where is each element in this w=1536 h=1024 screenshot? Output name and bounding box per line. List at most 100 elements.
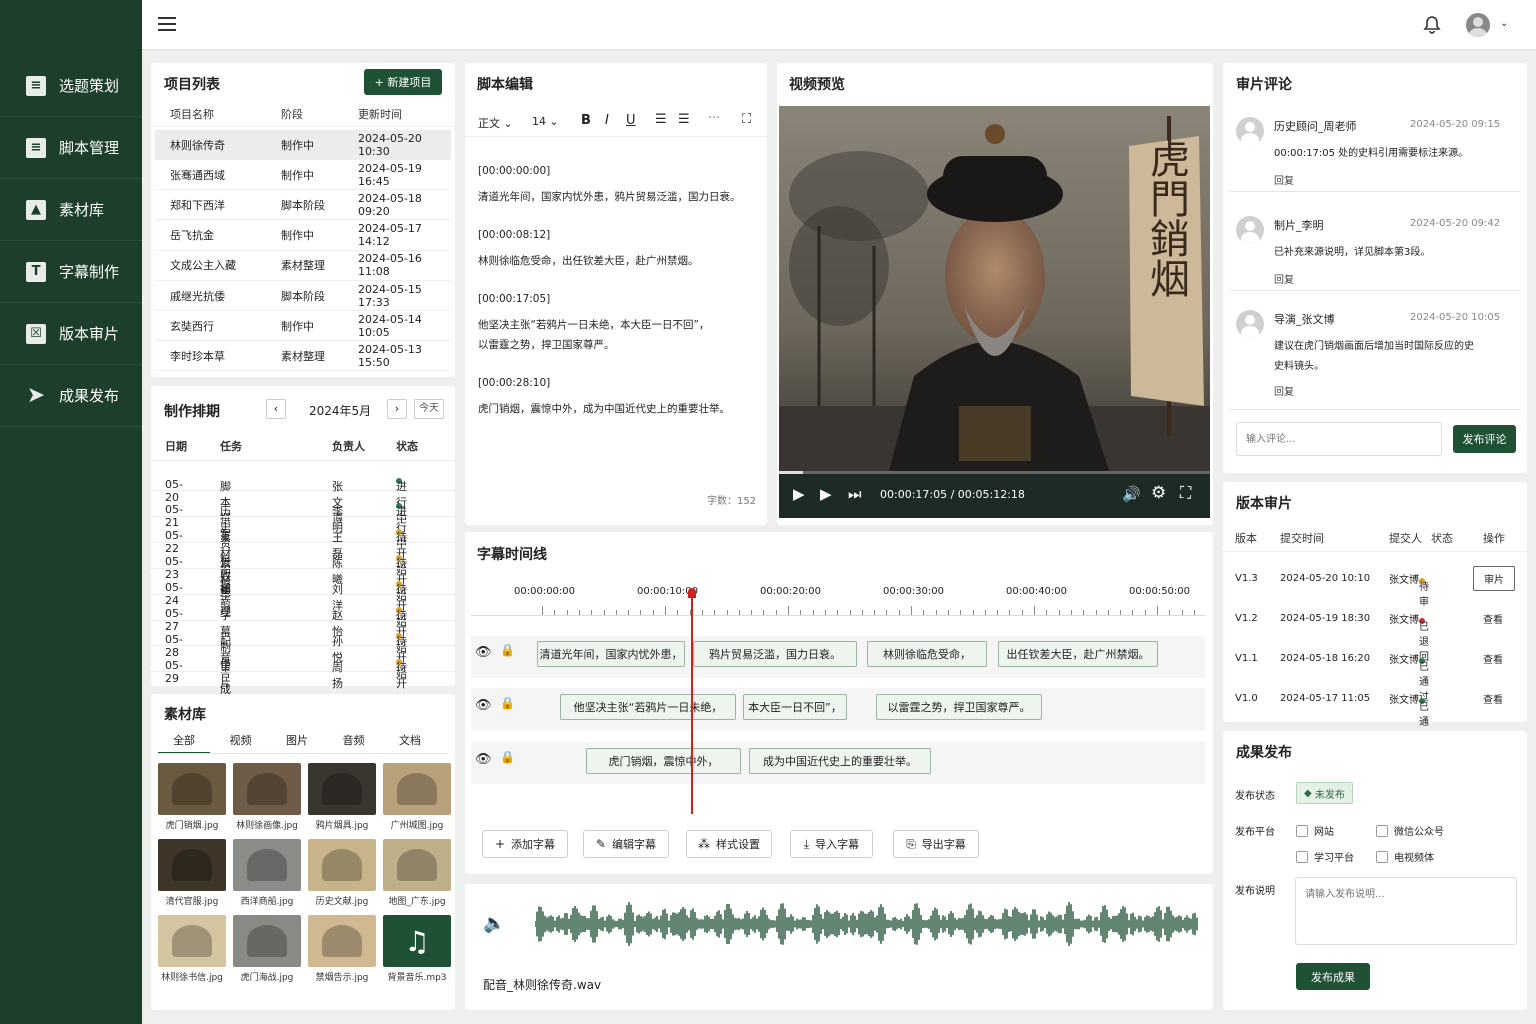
reply-link[interactable]: 回复 [1274, 172, 1294, 187]
asset-thumbnail[interactable] [158, 839, 226, 891]
table-row[interactable]: 张骞通西域 制作中 2024-05-19 16:45 [155, 160, 451, 191]
checkbox[interactable] [1296, 824, 1308, 837]
avatar[interactable] [1466, 13, 1490, 37]
subtitle-clip[interactable]: 清道光年间，国家内忧外患， [537, 641, 685, 667]
subtitle-clip[interactable]: 林则徐临危受命， [867, 641, 987, 667]
playhead-handle[interactable] [688, 588, 696, 598]
asset-thumbnail[interactable] [233, 915, 301, 967]
asset-thumbnail[interactable] [233, 763, 301, 815]
audio-waveform[interactable] [535, 902, 1203, 946]
checkbox[interactable] [1376, 824, 1388, 837]
asset-thumbnail[interactable] [308, 763, 376, 815]
sidebar-item-4[interactable]: ☒ 版本审片 [0, 303, 142, 365]
table-row[interactable]: 林则徐传奇 制作中 2024-05-20 10:30 [155, 130, 451, 160]
lock-icon[interactable]: 🔒 [500, 696, 515, 710]
asset-thumbnail[interactable] [158, 763, 226, 815]
asset-thumbnail[interactable] [383, 839, 451, 891]
font-size-select[interactable]: 14 ⌄ [532, 115, 559, 128]
table-row[interactable]: 05-22 素材拍摄 王磊 待开始 [151, 517, 455, 592]
next-month-button[interactable]: › [387, 399, 407, 419]
fullscreen-icon[interactable]: ⛶ [742, 112, 751, 127]
progress-track[interactable] [779, 471, 1210, 474]
table-row[interactable]: 郑和下西洋 脚本阶段 2024-05-18 09:20 [155, 190, 451, 221]
sidebar-item-5[interactable]: ➤ 成果发布 [0, 365, 142, 427]
publish-desc-textarea[interactable] [1295, 877, 1517, 945]
settings-icon[interactable]: ⚙ [1151, 483, 1166, 503]
platform-option[interactable]: 网站 [1296, 823, 1334, 838]
sidebar-item-1[interactable]: ≡ 脚本管理 [0, 117, 142, 179]
platform-option[interactable]: 电视频体 [1376, 849, 1434, 864]
underline-icon[interactable]: U [626, 113, 636, 128]
skip-end-icon[interactable]: ⏭ [848, 485, 862, 503]
timeline-button-3[interactable]: ⤓ 导入字幕 [790, 830, 873, 858]
subtitle-clip[interactable]: 鸦片贸易泛滥，国力日衰。 [693, 641, 857, 667]
italic-icon[interactable]: I [605, 113, 609, 128]
play-icon[interactable]: ▶ [793, 485, 805, 503]
bullet-list-icon[interactable]: ☰ [678, 112, 690, 127]
subtitle-clip[interactable]: 以雷霆之势，捍卫国家尊严。 [876, 694, 1042, 720]
table-row[interactable]: 05-23 素材整理 陈曦 待开始 [151, 543, 455, 618]
timeline-button-0[interactable]: + 添加字幕 [482, 830, 568, 858]
subtitle-clip[interactable]: 出任钦差大臣，赴广州禁烟。 [998, 641, 1158, 667]
prev-month-button[interactable]: ‹ [266, 399, 286, 419]
today-button[interactable]: 今天 [414, 399, 444, 419]
timeline-button-1[interactable]: ✎ 编辑字幕 [583, 830, 669, 858]
table-row[interactable]: 戚继光抗倭 脚本阶段 2024-05-15 17:33 [155, 281, 451, 311]
asset-tab-3[interactable]: 音频 [328, 732, 380, 752]
eye-icon[interactable]: 👁 [475, 698, 492, 713]
platform-option[interactable]: 微信公众号 [1376, 823, 1444, 838]
platform-option[interactable]: 学习平台 [1296, 849, 1354, 864]
playhead[interactable] [691, 592, 693, 814]
view-button[interactable]: 查看 [1473, 647, 1513, 670]
reply-link[interactable]: 回复 [1274, 383, 1294, 398]
fullscreen-icon[interactable]: ⛶ [1180, 483, 1191, 503]
numbered-list-icon[interactable]: ☰ [655, 112, 667, 127]
table-row[interactable]: 05-28 配音合成 孙悦 待开始 [151, 620, 455, 696]
bell-icon[interactable] [1422, 15, 1442, 35]
subtitle-clip[interactable]: 本大臣一日不回”， [743, 694, 847, 720]
table-row[interactable]: 岳飞抗金 制作中 2024-05-17 14:12 [155, 221, 451, 251]
lock-icon[interactable]: 🔒 [500, 750, 515, 764]
reply-link[interactable]: 回复 [1274, 271, 1294, 286]
asset-thumbnail[interactable] [158, 915, 226, 967]
more-icon[interactable]: ··· [708, 111, 720, 126]
chevron-down-icon[interactable]: ⌄ [1500, 18, 1508, 29]
asset-thumbnail[interactable] [308, 839, 376, 891]
video-frame[interactable]: 虎門銷烟 [779, 106, 1210, 471]
checkbox[interactable] [1376, 850, 1388, 863]
submit-comment-button[interactable]: 发布评论 [1453, 425, 1516, 453]
publish-button[interactable]: 发布成果 [1296, 963, 1370, 990]
view-button[interactable]: 查看 [1473, 687, 1513, 710]
asset-tab-2[interactable]: 图片 [271, 732, 323, 752]
table-row[interactable]: 文成公主入藏 素材整理 2024-05-16 11:08 [155, 251, 451, 281]
sidebar-item-2[interactable]: ▲ 素材库 [0, 179, 142, 241]
checkbox[interactable] [1296, 850, 1308, 863]
volume-icon[interactable]: 🔊 [1122, 485, 1141, 503]
view-button[interactable]: 查看 [1473, 607, 1513, 630]
timeline-button-2[interactable]: ⁂ 样式设置 [686, 830, 772, 858]
lock-icon[interactable]: 🔒 [500, 643, 515, 657]
step-forward-icon[interactable]: ▶ [820, 485, 832, 503]
music-thumbnail[interactable]: ♫ [383, 915, 451, 967]
table-row[interactable]: 李时珍本草 素材整理 2024-05-13 15:50 [155, 341, 451, 372]
table-row[interactable]: 05-29审片评估周扬待开始 [151, 646, 455, 722]
paragraph-style-select[interactable]: 正文 ⌄ [478, 115, 513, 131]
asset-thumbnail[interactable] [308, 915, 376, 967]
asset-tab-0[interactable]: 全部 [158, 732, 210, 754]
asset-tab-1[interactable]: 视频 [215, 732, 267, 752]
subtitle-clip[interactable]: 他坚决主张“若鸦片一日未绝， [560, 694, 736, 720]
table-row[interactable]: 05-21 历史资料收集 李明 进行中 [151, 491, 455, 598]
asset-thumbnail[interactable] [233, 839, 301, 891]
asset-tab-4[interactable]: 文档 [384, 732, 436, 752]
comment-input[interactable] [1236, 422, 1442, 456]
new-project-button[interactable]: + 新建项目 [364, 69, 442, 95]
table-row[interactable]: 玄奘西行 制作中 2024-05-14 10:05 [155, 311, 451, 342]
bold-icon[interactable]: B [581, 113, 591, 128]
eye-icon[interactable]: 👁 [475, 645, 492, 660]
review-button[interactable]: 审片 [1473, 565, 1515, 591]
table-row[interactable]: 05-27 字幕制作 赵怡 待开始 [151, 595, 455, 670]
subtitle-clip[interactable]: 成为中国近代史上的重要壮举。 [749, 748, 931, 774]
table-row[interactable]: 05-20 脚本撰写 张文博 进行中 [151, 465, 455, 541]
sidebar-item-3[interactable]: T 字幕制作 [0, 241, 142, 303]
timeline-button-4[interactable]: ⎘ 导出字幕 [893, 830, 979, 858]
